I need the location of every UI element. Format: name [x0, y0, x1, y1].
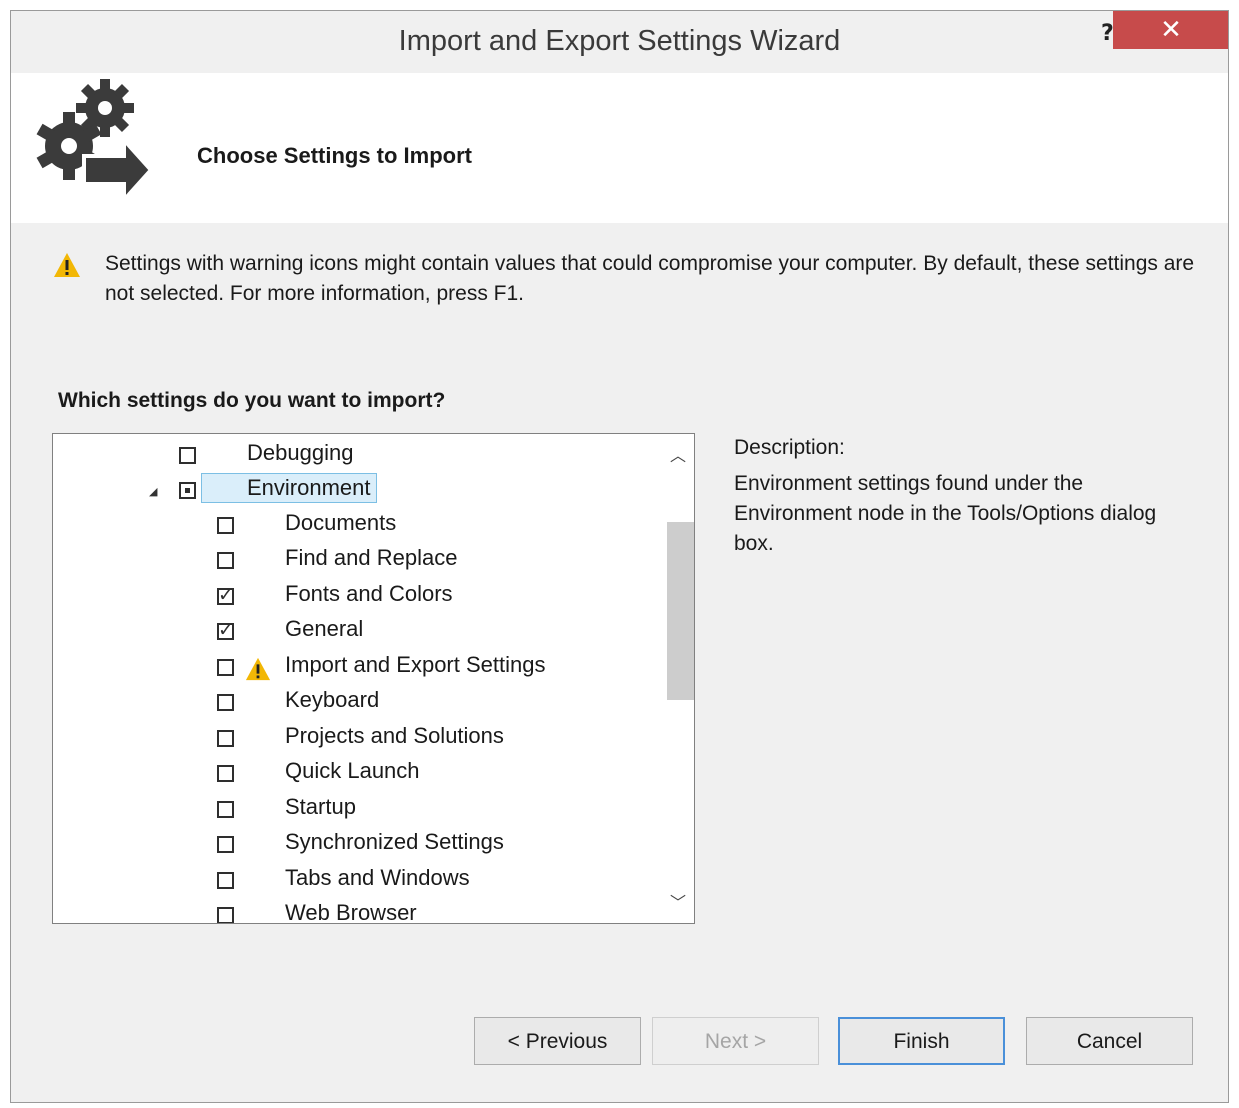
previous-button[interactable]: < Previous: [474, 1017, 641, 1065]
scroll-down-icon[interactable]: ﹀: [670, 889, 686, 913]
tree-item-synchronized-settings[interactable]: Synchronized Settings: [53, 828, 653, 862]
tree-item-label: Fonts and Colors: [285, 581, 453, 606]
tree-item-debugging[interactable]: Debugging: [53, 438, 653, 472]
tree-item-keyboard[interactable]: Keyboard: [53, 686, 653, 720]
tree-item-label: Keyboard: [285, 687, 380, 712]
wizard-window: Import and Export Settings Wizard ? ✕ Ch…: [10, 10, 1229, 1103]
window-title: Import and Export Settings Wizard: [398, 25, 841, 57]
title-bar: Import and Export Settings Wizard ? ✕: [11, 11, 1228, 73]
tree-item-import-and-export-settings[interactable]: Import and Export Settings: [53, 651, 653, 685]
warning-text: Settings with warning icons might contai…: [105, 252, 1195, 305]
checkbox[interactable]: [217, 801, 234, 818]
close-button[interactable]: ✕: [1113, 11, 1228, 49]
tree-item-environment[interactable]: ◢ Environment: [53, 473, 653, 507]
scroll-up-icon[interactable]: ︿: [670, 442, 686, 466]
cancel-button[interactable]: Cancel: [1026, 1017, 1193, 1065]
next-button[interactable]: Next >: [652, 1017, 819, 1065]
description-label: Description:: [734, 436, 845, 459]
checkbox[interactable]: [217, 730, 234, 747]
checkbox[interactable]: [217, 765, 234, 782]
tree-item-find-and-replace[interactable]: Find and Replace: [53, 544, 653, 578]
tree-item-general[interactable]: General: [53, 615, 653, 649]
checkbox[interactable]: [217, 517, 234, 534]
tree-item-label: Quick Launch: [285, 758, 420, 783]
checkbox[interactable]: [217, 836, 234, 853]
gears-arrow-icon: [36, 79, 154, 203]
checkbox[interactable]: [217, 584, 234, 606]
tree-item-projects-and-solutions[interactable]: Projects and Solutions: [53, 722, 653, 756]
checkbox[interactable]: [179, 482, 196, 499]
tree-item-label: Documents: [285, 510, 397, 535]
wizard-header: Choose Settings to Import: [11, 73, 1228, 223]
tree-item-label: Import and Export Settings: [285, 652, 546, 677]
page-title: Choose Settings to Import: [197, 143, 472, 168]
checkbox[interactable]: [217, 872, 234, 889]
tree-item-label: Environment: [201, 473, 377, 503]
checkbox[interactable]: [217, 619, 234, 641]
tree-item-tabs-and-windows[interactable]: Tabs and Windows: [53, 864, 653, 898]
checkbox[interactable]: [217, 659, 234, 676]
scrollbar-thumb[interactable]: [667, 522, 694, 700]
tree-item-label: Find and Replace: [285, 545, 458, 570]
tree-item-label: Projects and Solutions: [285, 723, 504, 748]
checkbox[interactable]: [217, 907, 234, 923]
tree-item-label: General: [285, 616, 364, 641]
tree-scrollbar[interactable]: ︿ ﹀: [660, 434, 694, 923]
tree-item-label: Synchronized Settings: [285, 829, 504, 854]
tree-item-web-browser[interactable]: Web Browser: [53, 899, 653, 924]
help-button[interactable]: ?: [1101, 21, 1114, 46]
tree-item-fonts-and-colors[interactable]: Fonts and Colors: [53, 580, 653, 614]
finish-button[interactable]: Finish: [838, 1017, 1005, 1065]
warning-icon: [54, 253, 80, 277]
tree-item-label: Tabs and Windows: [285, 865, 470, 890]
tree-item-label: Startup: [285, 794, 356, 819]
checkbox[interactable]: [217, 552, 234, 569]
tree-item-label: Debugging: [247, 440, 354, 465]
settings-question: Which settings do you want to import?: [58, 389, 446, 412]
checkbox[interactable]: [217, 694, 234, 711]
warning-icon: [245, 657, 271, 681]
tree-item-startup[interactable]: Startup: [53, 793, 653, 827]
description-text: Environment settings found under the Env…: [734, 472, 1157, 555]
settings-tree[interactable]: Debugging ◢ Environment Documents Find a…: [52, 433, 695, 924]
collapse-arrow-icon[interactable]: ◢: [149, 485, 157, 498]
checkbox[interactable]: [179, 447, 196, 464]
tree-item-quick-launch[interactable]: Quick Launch: [53, 757, 653, 791]
tree-item-label: Web Browser: [285, 900, 417, 924]
tree-item-documents[interactable]: Documents: [53, 509, 653, 543]
